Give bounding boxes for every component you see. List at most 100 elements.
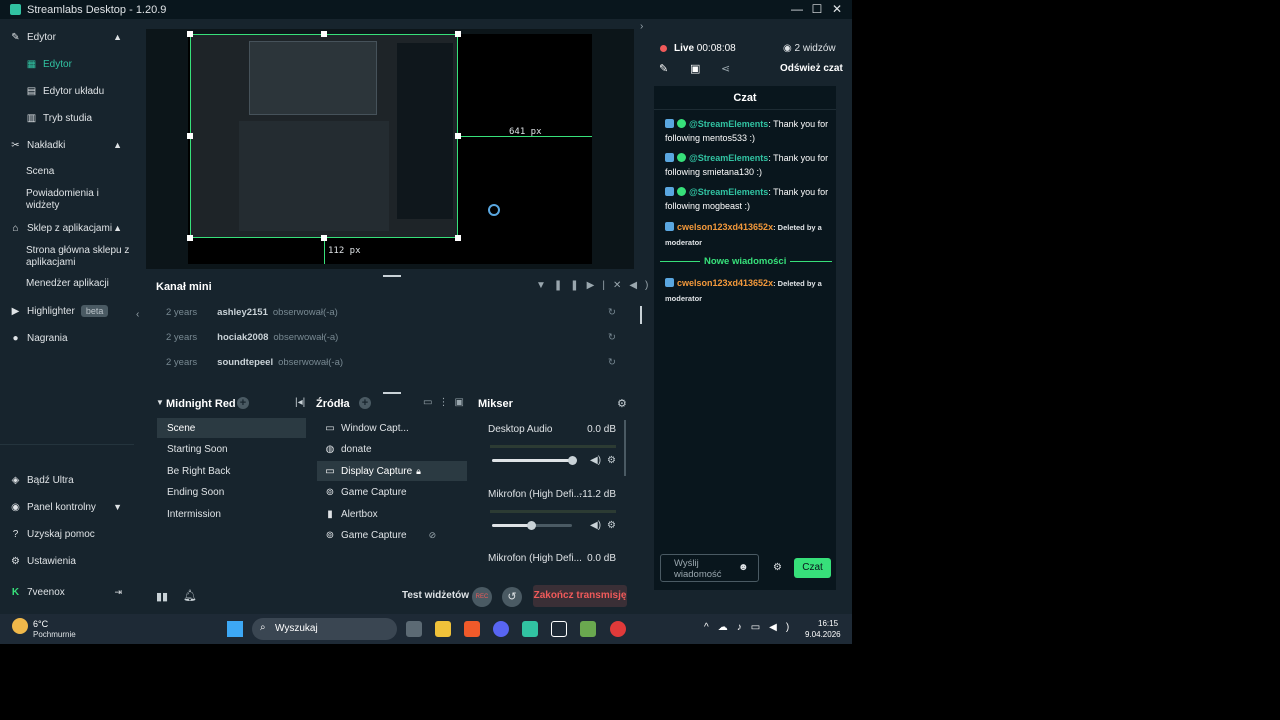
folder-icon[interactable]: ▭: [423, 397, 438, 408]
gear-icon[interactable]: ⚙: [607, 455, 616, 466]
source-item[interactable]: ⊚ Game Capture: [317, 482, 467, 502]
display-icon[interactable]: ▭: [751, 622, 769, 633]
sidebar-item-settings[interactable]: ⚙ Ustawienia: [0, 551, 134, 571]
mixer-scrollbar[interactable]: [624, 420, 626, 476]
source-item[interactable]: ⊚ Game Capture ⊘: [317, 525, 467, 545]
windows-start-icon[interactable]: [227, 621, 243, 637]
volume-slider-knob[interactable]: [527, 521, 536, 530]
sidebar-section-recordings[interactable]: ● Nagrania: [0, 328, 134, 348]
rec-button[interactable]: REC: [472, 587, 492, 607]
sidebar-item-app-manager[interactable]: Menedżer aplikacji: [26, 278, 109, 290]
sidebar-section-highlighter[interactable]: ▶ Highlighter beta: [0, 301, 134, 321]
resize-handle[interactable]: [455, 31, 461, 37]
minecraft-icon[interactable]: [580, 621, 596, 637]
resize-handle[interactable]: [455, 235, 461, 241]
red-app-icon[interactable]: [610, 621, 626, 637]
mic-icon[interactable]: ♪: [737, 622, 751, 633]
scene-item[interactable]: Intermission: [157, 504, 306, 524]
sidebar-section-app-store[interactable]: ⌂ Sklep z aplikacjami ▲: [0, 218, 134, 238]
volume-icon[interactable]: ◀): [629, 280, 656, 291]
scene-item[interactable]: Scene: [157, 418, 306, 438]
cloud-icon[interactable]: ☁: [718, 622, 737, 633]
taskbar-search[interactable]: ⌕ Wyszukaj: [252, 618, 397, 640]
chat-user[interactable]: @StreamElements: [689, 153, 768, 163]
sidebar-section-editor[interactable]: ✎ Edytor ▲: [0, 27, 134, 47]
close-icon[interactable]: ✕: [830, 2, 844, 16]
send-chat-button[interactable]: Czat: [794, 558, 831, 578]
pause-icon[interactable]: ❚❚: [554, 280, 587, 291]
collapse-sidebar-icon[interactable]: ‹: [136, 309, 139, 320]
sidebar-item-studio-mode[interactable]: ▥ Tryb studia: [0, 108, 134, 128]
volume-icon[interactable]: ◀): [769, 622, 798, 633]
scene-item[interactable]: Starting Soon: [157, 439, 306, 459]
source-item[interactable]: ▭ Window Capt...: [317, 418, 467, 438]
scrollbar[interactable]: [640, 306, 642, 324]
logitech-icon[interactable]: [551, 621, 567, 637]
add-scene-icon[interactable]: +: [237, 397, 249, 409]
sidebar-item-alerts-widgets[interactable]: Powiadomienia i widżety: [26, 188, 126, 212]
replay-buffer-icon[interactable]: ↺: [502, 587, 522, 607]
sidebar-item-ultra[interactable]: ◈ Bądź Ultra: [0, 470, 134, 490]
repeat-alert-icon[interactable]: ↻: [608, 332, 616, 343]
hidden-eye-icon[interactable]: ⊘: [429, 530, 437, 541]
sidebar-item-scene[interactable]: Scena: [26, 166, 54, 178]
weather-icon[interactable]: [12, 618, 28, 634]
share-icon[interactable]: ⋖: [721, 62, 730, 75]
display-capture-source[interactable]: [190, 34, 458, 238]
add-source-icon[interactable]: +: [359, 397, 371, 409]
drag-handle[interactable]: [383, 392, 401, 394]
refresh-chat-button[interactable]: Odśwież czat: [780, 63, 843, 74]
performance-icon[interactable]: ▮▮: [156, 590, 168, 603]
sidebar-item-layout-editor[interactable]: ▤ Edytor układu: [0, 81, 134, 101]
file-explorer-icon[interactable]: [435, 621, 451, 637]
source-item[interactable]: ▮ Alertbox: [317, 504, 467, 524]
repeat-alert-icon[interactable]: ↻: [608, 357, 616, 368]
maximize-icon[interactable]: ☐: [810, 2, 824, 16]
scene-item[interactable]: Be Right Back: [157, 461, 306, 481]
resize-handle[interactable]: [187, 133, 193, 139]
brave-browser-icon[interactable]: [464, 621, 480, 637]
speaker-icon[interactable]: ◀): [590, 520, 601, 531]
end-stream-button[interactable]: Zakończ transmisję: [533, 585, 627, 607]
scene-item[interactable]: Ending Soon: [157, 482, 306, 502]
source-item[interactable]: ▭ Display Capture 🔒︎: [317, 461, 467, 481]
clip-icon[interactable]: ▣: [690, 62, 700, 75]
logout-icon[interactable]: ⇥: [114, 587, 122, 598]
emoji-icon[interactable]: ☻: [738, 562, 749, 573]
speaker-icon[interactable]: ◀): [590, 455, 601, 466]
chat-input[interactable]: Wyślij wiadomość ☻: [660, 554, 759, 582]
chevron-up-icon[interactable]: ^: [704, 622, 718, 633]
filter-icon[interactable]: ▼: [536, 280, 554, 291]
dots-icon[interactable]: ⋮: [438, 397, 454, 408]
chat-settings-icon[interactable]: ⚙: [773, 562, 782, 573]
edit-icon[interactable]: ✎: [659, 62, 668, 75]
scene-switch-icon[interactable]: ▣: [454, 397, 469, 408]
sidebar-item-store-home[interactable]: Strona główna sklepu z aplikacjami: [26, 245, 130, 269]
source-item[interactable]: ◍ donate: [317, 439, 467, 459]
test-widgets-button[interactable]: Test widżetów: [402, 590, 469, 601]
sidebar-section-overlays[interactable]: ✂ Nakładki ▲: [0, 135, 134, 155]
resize-handle[interactable]: [321, 31, 327, 37]
notification-bell-icon[interactable]: 🔔︎: [183, 589, 197, 602]
sidebar-item-dashboard[interactable]: ◉ Panel kontrolny ▼: [0, 497, 134, 517]
skip-icon[interactable]: ▶|: [587, 280, 613, 291]
gear-icon[interactable]: ⚙: [607, 520, 616, 531]
chevron-down-icon[interactable]: ▼: [156, 398, 164, 407]
task-view-icon[interactable]: [406, 621, 422, 637]
resize-handle[interactable]: [187, 31, 193, 37]
sidebar-item-editor[interactable]: ▦ Edytor: [0, 54, 134, 74]
chat-user[interactable]: @StreamElements: [689, 187, 768, 197]
chat-user[interactable]: @StreamElements: [689, 119, 768, 129]
discord-icon[interactable]: [493, 621, 509, 637]
mute-alerts-icon[interactable]: ✕: [613, 280, 629, 291]
expand-chat-icon[interactable]: ›: [640, 21, 643, 32]
transition-icon[interactable]: |◂|: [295, 397, 305, 408]
repeat-alert-icon[interactable]: ↻: [608, 307, 616, 318]
minimize-icon[interactable]: —: [790, 2, 804, 16]
volume-slider-knob[interactable]: [568, 456, 577, 465]
mixer-settings-icon[interactable]: ⚙: [617, 397, 627, 410]
scene-collection-title[interactable]: Midnight Red: [166, 398, 236, 410]
sidebar-user[interactable]: K 7veenox ⇥: [0, 582, 134, 602]
streamlabs-taskbar-icon[interactable]: [522, 621, 538, 637]
chat-user[interactable]: cwelson123xd413652x: [677, 278, 773, 288]
